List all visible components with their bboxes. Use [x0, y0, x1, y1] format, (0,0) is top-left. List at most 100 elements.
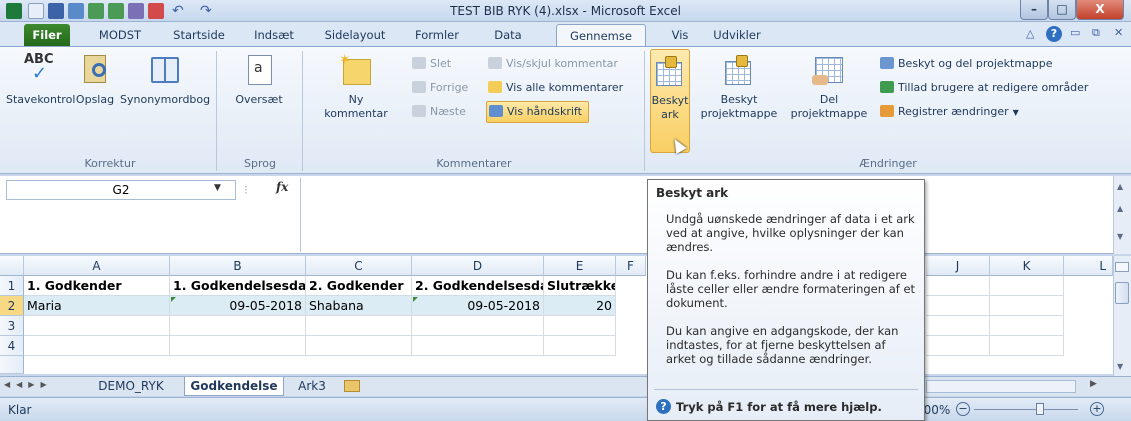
slet-button[interactable]: Slet [412, 55, 451, 73]
cell-d2[interactable]: 09-05-2018 [412, 296, 544, 316]
cell-e2[interactable]: 20 [544, 296, 616, 316]
tab-udvikler[interactable]: Udvikler [708, 24, 766, 46]
stavekontrol-button[interactable]: ABC ✓ Stavekontrol [6, 53, 75, 107]
cell-c1[interactable]: 2. Godkender [306, 276, 412, 296]
tillad-brugere-button[interactable]: Tillad brugere at redigere områder [880, 79, 1088, 97]
cell[interactable] [170, 316, 306, 336]
cell[interactable] [990, 276, 1064, 296]
minimize-ribbon-icon[interactable]: △ [1026, 27, 1040, 41]
row-header[interactable]: 3 [0, 316, 24, 336]
scroll-down-icon[interactable]: ▼ [1117, 232, 1123, 241]
sheet-tab-ark3[interactable]: Ark3 [290, 377, 334, 396]
cell-a1[interactable]: 1. Godkender [24, 276, 170, 296]
column-header[interactable]: C [306, 256, 412, 276]
name-box-dropdown-icon[interactable]: ▼ [214, 183, 221, 193]
tab-data[interactable]: Data [480, 24, 536, 46]
split-box-icon[interactable] [1115, 262, 1129, 272]
sheet-tab-demo-ryk[interactable]: DEMO_RYK [84, 377, 178, 396]
doc-close-icon[interactable]: ✕ [1114, 26, 1123, 39]
cell[interactable] [926, 316, 990, 336]
tab-startside[interactable]: Startside [168, 24, 230, 46]
doc-restore-icon[interactable]: ⧉ [1092, 26, 1100, 40]
doc-minimize-icon[interactable]: ▭ [1070, 26, 1080, 39]
cell[interactable] [926, 336, 990, 356]
cell[interactable] [926, 296, 990, 316]
cell[interactable] [306, 336, 412, 356]
cell[interactable] [926, 276, 990, 296]
cell[interactable] [24, 316, 170, 336]
minimize-button[interactable]: – [1020, 0, 1048, 20]
vis-haandskrift-button[interactable]: Vis håndskrift [486, 101, 589, 123]
cell[interactable] [990, 296, 1064, 316]
name-box[interactable]: G2 [6, 180, 236, 200]
cell-e1[interactable]: Slutrække [544, 276, 616, 296]
maximize-button[interactable]: □ [1048, 0, 1076, 20]
cell-c2[interactable]: Shabana [306, 296, 412, 316]
column-header[interactable]: F [616, 256, 646, 276]
tab-indsaet[interactable]: Indsæt [248, 24, 300, 46]
tab-vis[interactable]: Vis [660, 24, 700, 46]
tab-sidelayout[interactable]: Sidelayout [318, 24, 392, 46]
collapse-formula-icon[interactable]: ▲ [1117, 182, 1123, 191]
cell-d1[interactable]: 2. Godkendelsesdato [412, 276, 544, 296]
horizontal-scrollbar[interactable] [926, 380, 1076, 393]
row-header[interactable]: 4 [0, 336, 24, 356]
close-button[interactable]: X [1076, 0, 1124, 20]
cell[interactable] [544, 316, 616, 336]
del-projektmappe-button[interactable]: Del projektmappe [786, 53, 872, 121]
cell[interactable] [990, 336, 1064, 356]
vertical-scrollbar[interactable] [1113, 256, 1131, 376]
scroll-up-icon[interactable]: ▲ [1117, 204, 1123, 213]
tab-filer[interactable]: Filer [24, 24, 70, 46]
cell[interactable] [24, 336, 170, 356]
row-header[interactable]: 2 [0, 296, 24, 316]
forrige-button[interactable]: Forrige [412, 79, 468, 97]
naeste-button[interactable]: Næste [412, 103, 466, 121]
sheet-navigation-icons[interactable]: ◀◀▶▶ [4, 380, 53, 389]
cell[interactable] [306, 316, 412, 336]
tab-modst[interactable]: MODST [92, 24, 148, 46]
scroll-thumb[interactable] [1115, 282, 1129, 304]
cell[interactable] [170, 336, 306, 356]
insert-function-icon[interactable]: fx [276, 180, 288, 194]
zoom-slider[interactable] [974, 409, 1078, 410]
column-header[interactable]: D [412, 256, 544, 276]
scroll-right-icon[interactable]: ▶ [1090, 379, 1097, 389]
cell-b1[interactable]: 1. Godkendelsesdato [170, 276, 306, 296]
cell[interactable] [412, 336, 544, 356]
sheet-tab-godkendelse[interactable]: Godkendelse [184, 377, 284, 396]
insert-sheet-icon[interactable] [344, 380, 360, 392]
cell[interactable] [412, 316, 544, 336]
column-header[interactable]: A [24, 256, 170, 276]
cell-a2[interactable]: Maria [24, 296, 170, 316]
zoom-in-icon[interactable]: + [1090, 402, 1104, 416]
select-all-corner[interactable] [0, 256, 24, 276]
ribbon: ABC ✓ Stavekontrol Opslag Synonymordbog … [0, 46, 1131, 174]
registrer-aendringer-button[interactable]: Registrer ændringer ▼ [880, 103, 1019, 121]
cell[interactable] [990, 316, 1064, 336]
column-header[interactable]: J [926, 256, 990, 276]
column-header[interactable]: K [990, 256, 1064, 276]
beskyt-og-del-button[interactable]: Beskyt og del projektmappe [880, 55, 1053, 73]
column-header[interactable]: L [1064, 256, 1113, 276]
cell-b2[interactable]: 09-05-2018 [170, 296, 306, 316]
synonymordbog-button[interactable]: Synonymordbog [120, 53, 210, 107]
zoom-slider-thumb[interactable] [1036, 403, 1044, 415]
vis-skjul-kommentar-button[interactable]: Vis/skjul kommentar [488, 55, 618, 73]
beskyt-projektmappe-button[interactable]: Beskyt projektmappe [696, 53, 782, 121]
column-header[interactable]: E [544, 256, 616, 276]
row-header[interactable] [0, 356, 24, 374]
help-icon[interactable]: ? [1046, 26, 1062, 42]
beskyt-ark-button[interactable]: Beskyt ark [650, 49, 690, 153]
tab-formler[interactable]: Formler [408, 24, 466, 46]
tab-gennemse[interactable]: Gennemse [556, 24, 646, 47]
zoom-out-icon[interactable]: − [956, 402, 970, 416]
vis-alle-kommentarer-button[interactable]: Vis alle kommentarer [488, 79, 623, 97]
ny-kommentar-button[interactable]: ✶ Ny kommentar [310, 53, 402, 121]
scroll-down-icon[interactable]: ▼ [1117, 362, 1123, 371]
cell[interactable] [544, 336, 616, 356]
row-header[interactable]: 1 [0, 276, 24, 296]
column-header[interactable]: B [170, 256, 306, 276]
opslag-button[interactable]: Opslag [74, 53, 116, 107]
oversaet-button[interactable]: a Oversæt [224, 53, 294, 107]
